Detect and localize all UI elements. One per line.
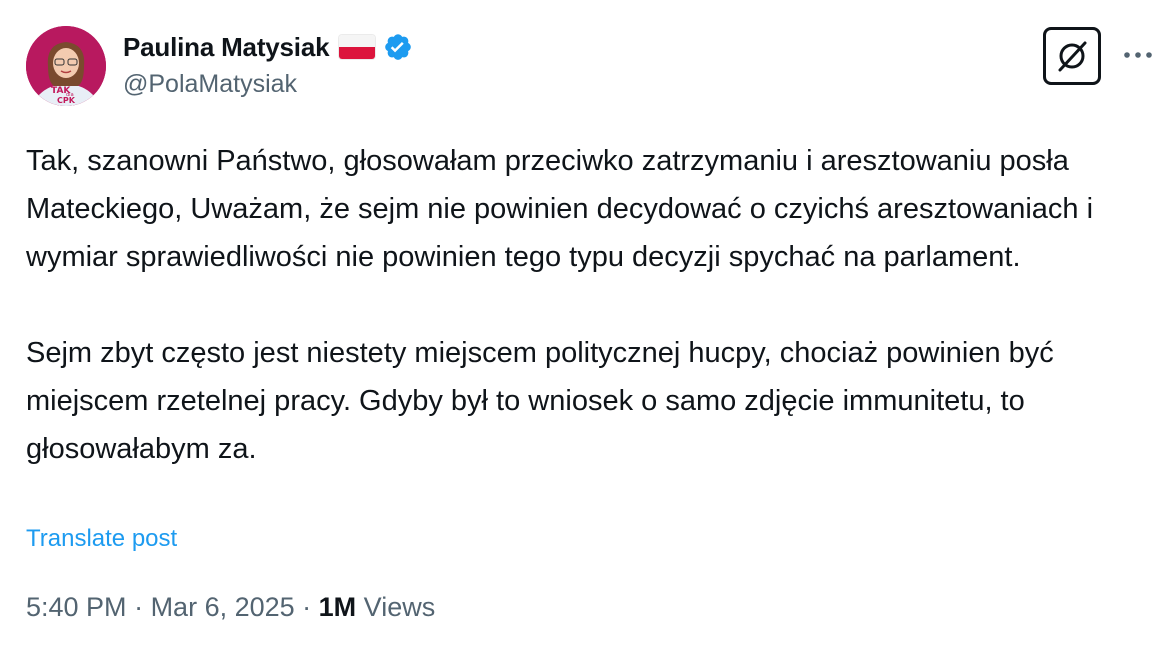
grok-icon — [1058, 41, 1087, 72]
more-options-button[interactable] — [1118, 40, 1158, 70]
avatar-image: TAK dla CPK — [26, 26, 106, 106]
views-count[interactable]: 1M — [319, 592, 357, 623]
avatar[interactable]: TAK dla CPK — [26, 26, 106, 106]
grok-button[interactable] — [1043, 27, 1101, 85]
author-display-name[interactable]: Paulina Matysiak — [123, 32, 330, 63]
tweet-paragraph: Tak, szanowni Państwo, głosowałam przeci… — [26, 145, 1094, 273]
svg-text:CPK: CPK — [57, 96, 76, 105]
more-icon — [1124, 52, 1152, 58]
tweet-text: Tak, szanowni Państwo, głosowałam przeci… — [26, 137, 1146, 473]
views-label: Views — [356, 592, 436, 622]
meta-separator: · — [294, 592, 319, 622]
tweet-meta: 5:40 PM · Mar 6, 2025 · 1M Views — [26, 592, 435, 623]
tweet-date[interactable]: Mar 6, 2025 — [151, 592, 295, 623]
tweet-time[interactable]: 5:40 PM — [26, 592, 127, 623]
meta-separator: · — [126, 592, 151, 622]
tweet-paragraph: Sejm zbyt często jest niestety miejscem … — [26, 337, 1054, 465]
author-name-row: Paulina Matysiak — [123, 30, 413, 64]
poland-flag-icon — [339, 35, 376, 59]
translate-post-link[interactable]: Translate post — [26, 525, 177, 553]
author-handle[interactable]: @PolaMatysiak — [123, 70, 297, 99]
verified-badge-icon[interactable] — [383, 32, 413, 62]
